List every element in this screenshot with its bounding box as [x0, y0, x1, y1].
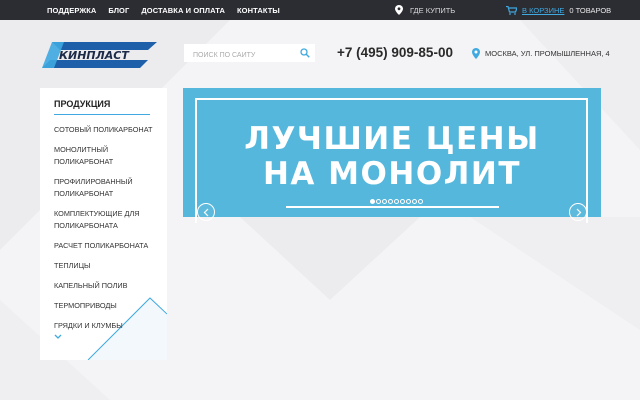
slider-dots [370, 199, 423, 204]
menu-item-garden-beds[interactable]: ГРЯДКИ И КЛУМБЫ [54, 320, 162, 332]
where-to-buy-link[interactable]: ГДЕ КУПИТЬ [395, 0, 455, 20]
slider-next-button[interactable] [569, 203, 587, 221]
phone-number[interactable]: +7 (495) 909-85-00 [337, 45, 453, 60]
chevron-down-icon[interactable] [54, 334, 62, 340]
slider-dot[interactable] [418, 199, 423, 204]
heading-underline [54, 114, 150, 115]
menu-item-profiled-polycarbonate[interactable]: ПРОФИЛИРОВАННЫЙ ПОЛИКАРБОНАТ [54, 176, 162, 200]
menu-item-cellular-polycarbonate[interactable]: СОТОВЫЙ ПОЛИКАРБОНАТ [54, 124, 162, 136]
slider-dot[interactable] [370, 199, 375, 204]
logo-text: КИНПЛАСТ [59, 49, 130, 62]
search-box [184, 44, 315, 65]
map-pin-icon [395, 5, 403, 15]
slider-dot[interactable] [376, 199, 381, 204]
search-icon[interactable] [300, 48, 310, 58]
cart-count: 0 ТОВАРОВ [569, 5, 612, 15]
top-nav: ПОДДЕРЖКА БЛОГ ДОСТАВКА И ОПЛАТА КОНТАКТ… [47, 0, 280, 20]
banner-underline [286, 206, 499, 208]
chevron-right-icon [576, 208, 582, 217]
address: МОСКВА, УЛ. ПРОМЫШЛЕННАЯ, 4 [472, 48, 610, 59]
banner-title-line-1: ЛУЧШИЕ ЦЕНЫ [244, 121, 540, 157]
slider-dot[interactable] [400, 199, 405, 204]
address-text: МОСКВА, УЛ. ПРОМЫШЛЕННАЯ, 4 [485, 49, 610, 58]
search-input[interactable] [184, 46, 296, 65]
nav-link-delivery[interactable]: ДОСТАВКА И ОПЛАТА [141, 6, 225, 15]
banner-title: ЛУЧШИЕ ЦЕНЫ НА МОНОЛИТ [183, 122, 601, 192]
header: КИНПЛАСТ +7 (495) 909-85-00 МОСКВА, УЛ. … [0, 20, 640, 88]
menu-item-monolithic-polycarbonate[interactable]: МОНОЛИТНЫЙ ПОЛИКАРБОНАТ [54, 144, 162, 168]
menu-item-greenhouses[interactable]: ТЕПЛИЦЫ [54, 260, 162, 272]
top-bar: ПОДДЕРЖКА БЛОГ ДОСТАВКА И ОПЛАТА КОНТАКТ… [0, 0, 640, 20]
slider-dot[interactable] [382, 199, 387, 204]
slider-dot[interactable] [394, 199, 399, 204]
cart-icon [506, 5, 517, 15]
slider-dot[interactable] [406, 199, 411, 204]
cart-widget: В КОРЗИНЕ 0 ТОВАРОВ [506, 0, 611, 20]
product-sidebar: ПРОДУКЦИЯ СОТОВЫЙ ПОЛИКАРБОНАТ МОНОЛИТНЫ… [40, 88, 167, 360]
product-menu: СОТОВЫЙ ПОЛИКАРБОНАТ МОНОЛИТНЫЙ ПОЛИКАРБ… [54, 124, 162, 340]
nav-link-contacts[interactable]: КОНТАКТЫ [237, 6, 280, 15]
menu-item-polycarbonate-accessories[interactable]: КОМПЛЕКТУЮЩИЕ ДЛЯ ПОЛИКАРБОНАТА [54, 208, 162, 232]
slider-dot[interactable] [388, 199, 393, 204]
map-marker-icon [472, 48, 480, 59]
menu-item-polycarbonate-calculation[interactable]: РАСЧЕТ ПОЛИКАРБОНАТА [54, 240, 162, 252]
nav-link-blog[interactable]: БЛОГ [108, 6, 129, 15]
banner-title-line-2: НА МОНОЛИТ [262, 156, 522, 192]
slider-dot[interactable] [412, 199, 417, 204]
cart-link[interactable]: В КОРЗИНЕ [522, 6, 564, 15]
chevron-left-icon [203, 208, 209, 217]
site-logo[interactable]: КИНПЛАСТ [42, 40, 157, 70]
nav-link-support[interactable]: ПОДДЕРЖКА [47, 6, 96, 15]
slider-prev-button[interactable] [197, 203, 215, 221]
menu-item-drip-irrigation[interactable]: КАПЕЛЬНЫЙ ПОЛИВ [54, 280, 162, 292]
sidebar-heading: ПРОДУКЦИЯ [54, 99, 111, 109]
promo-banner[interactable]: ЛУЧШИЕ ЦЕНЫ НА МОНОЛИТ [183, 88, 601, 223]
where-to-buy-label: ГДЕ КУПИТЬ [410, 5, 456, 15]
menu-item-thermal-drives[interactable]: ТЕРМОПРИВОДЫ [54, 300, 162, 312]
